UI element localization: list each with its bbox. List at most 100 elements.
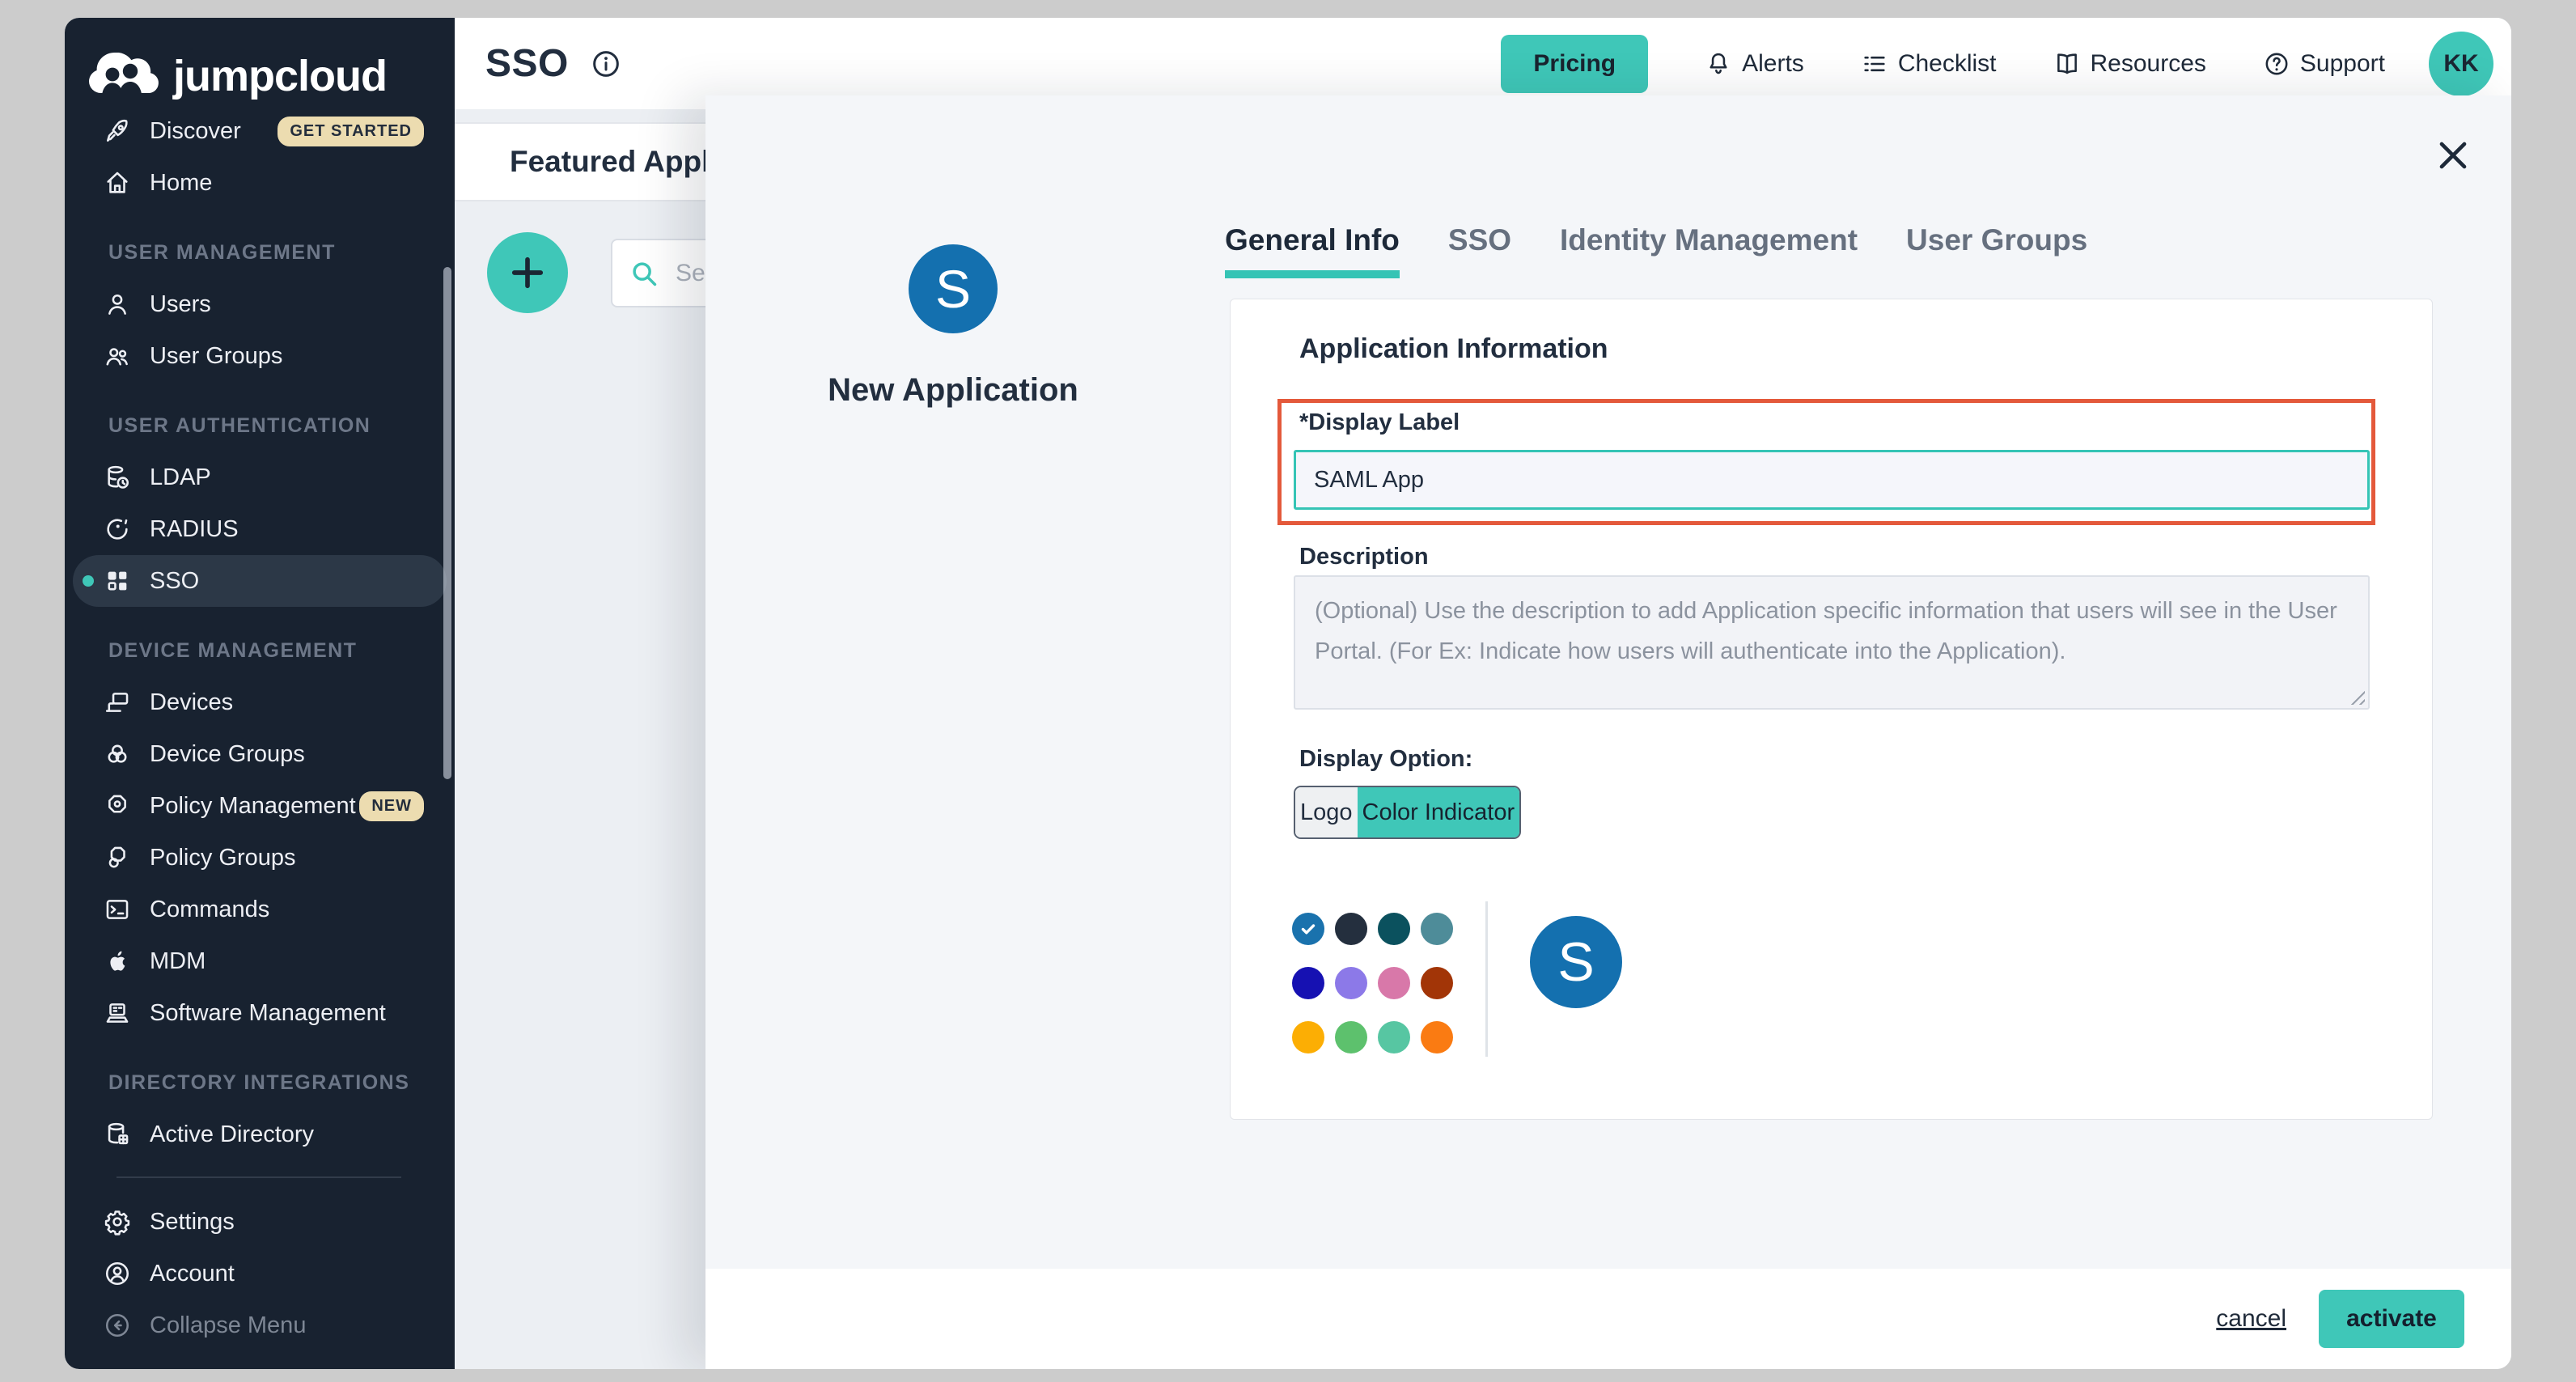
- info-icon[interactable]: [590, 48, 622, 80]
- sidebar-section-label: USER AUTHENTICATION: [108, 414, 371, 438]
- card-section-title: Application Information: [1299, 333, 1608, 365]
- jumpcloud-wordmark: jumpcloud: [173, 51, 387, 101]
- sidebar-item[interactable]: MDM: [73, 935, 447, 987]
- sidebar-item-icon: [104, 896, 131, 923]
- sidebar-nav: Discover GET STARTED Home: [65, 105, 455, 1351]
- sidebar-item-icon: [104, 792, 131, 820]
- color-swatch[interactable]: [1335, 1021, 1367, 1053]
- sidebar-section: DEVICE MANAGEMENT Devices: [65, 625, 455, 1039]
- display-option-segment[interactable]: Color Indicator: [1358, 787, 1520, 837]
- sidebar-item[interactable]: Discover GET STARTED: [73, 105, 447, 157]
- modal-tab[interactable]: General Info: [1225, 223, 1400, 278]
- color-swatch[interactable]: [1378, 967, 1410, 999]
- modal-tabs: General Info SSO Identity Management Use…: [1225, 223, 2087, 278]
- application-icon-circle: S: [909, 244, 998, 333]
- display-label-input[interactable]: [1294, 450, 2370, 510]
- sidebar-item-label: Commands: [150, 897, 269, 923]
- color-swatch[interactable]: [1292, 967, 1324, 999]
- color-swatch[interactable]: [1292, 1021, 1324, 1053]
- sidebar-item[interactable]: Policy Groups: [73, 832, 447, 884]
- color-swatch[interactable]: [1421, 967, 1453, 999]
- sidebar-scrollbar-thumb[interactable]: [443, 267, 451, 779]
- sidebar-item-label: SSO: [150, 568, 199, 595]
- sidebar-section: DIRECTORY INTEGRATIONS Active Directory: [65, 1057, 455, 1160]
- sidebar-item-label: LDAP: [150, 464, 211, 491]
- color-swatch[interactable]: [1335, 967, 1367, 999]
- sidebar-item-icon: [104, 689, 131, 716]
- sidebar-section-header[interactable]: DEVICE MANAGEMENT: [65, 625, 455, 676]
- modal-tab[interactable]: Identity Management: [1560, 223, 1858, 278]
- color-swatch[interactable]: [1378, 1021, 1410, 1053]
- sidebar-item-icon: [104, 1121, 131, 1148]
- sidebar-item[interactable]: Devices: [73, 676, 447, 728]
- pricing-button[interactable]: Pricing: [1501, 35, 1648, 93]
- sidebar-item-label: Collapse Menu: [150, 1312, 306, 1339]
- color-swatch[interactable]: [1292, 913, 1324, 945]
- activate-button[interactable]: activate: [2319, 1290, 2464, 1348]
- sidebar-item-icon: [104, 464, 131, 491]
- sidebar-item[interactable]: Software Management: [73, 987, 447, 1039]
- top-nav-link[interactable]: Alerts: [1705, 50, 1804, 78]
- sidebar-item-icon: [104, 1312, 131, 1339]
- color-swatch[interactable]: [1378, 913, 1410, 945]
- color-swatch[interactable]: [1335, 913, 1367, 945]
- sidebar-item-icon: [104, 1208, 131, 1236]
- app-window: jumpcloud: [65, 18, 2511, 1369]
- color-preview-circle: S: [1530, 916, 1622, 1008]
- sidebar-item-badge: GET STARTED: [278, 117, 424, 146]
- sidebar-section: USER MANAGEMENT Users: [65, 227, 455, 382]
- sidebar-item[interactable]: Collapse Menu: [73, 1299, 447, 1351]
- sidebar-item-icon: [104, 740, 131, 768]
- sidebar-item-label: Home: [150, 170, 212, 197]
- active-indicator-dot: [83, 575, 94, 587]
- sidebar-item[interactable]: Home: [73, 157, 447, 209]
- top-nav-link[interactable]: Support: [2263, 50, 2385, 78]
- modal-tab[interactable]: User Groups: [1906, 223, 2087, 278]
- sidebar-item-label: RADIUS: [150, 516, 239, 543]
- close-icon[interactable]: [2430, 133, 2476, 178]
- sidebar-item[interactable]: LDAP: [73, 451, 447, 503]
- sidebar-item[interactable]: Device Groups: [73, 728, 447, 780]
- page-title: SSO: [485, 41, 569, 86]
- sidebar-section-header[interactable]: DIRECTORY INTEGRATIONS: [65, 1057, 455, 1109]
- cancel-link[interactable]: cancel: [2216, 1305, 2286, 1333]
- color-swatch[interactable]: [1421, 1021, 1453, 1053]
- display-option-segment[interactable]: Logo: [1295, 787, 1358, 837]
- check-icon: [1299, 919, 1318, 939]
- sidebar-item[interactable]: Settings: [73, 1196, 447, 1248]
- chevron-down-icon: [84, 417, 102, 435]
- sidebar-item[interactable]: Users: [73, 278, 447, 330]
- top-nav-icon: [1705, 50, 1732, 78]
- sidebar-item[interactable]: Policy Management NEW: [73, 780, 447, 832]
- new-application-modal: S New Application General Info SSO Ident…: [705, 95, 2511, 1369]
- chevron-down-icon: [84, 642, 102, 659]
- top-nav-link[interactable]: Checklist: [1861, 50, 1997, 78]
- description-textarea[interactable]: [1294, 575, 2370, 710]
- sidebar-section-header[interactable]: USER AUTHENTICATION: [65, 400, 455, 451]
- sidebar-item-icon: [104, 567, 131, 595]
- top-nav-icon: [1861, 50, 1888, 78]
- top-nav-link[interactable]: Resources: [2053, 50, 2206, 78]
- sidebar-item[interactable]: SSO: [73, 555, 447, 607]
- sidebar-item[interactable]: Active Directory: [73, 1109, 447, 1160]
- color-palette: [1292, 913, 1453, 1053]
- modal-tab[interactable]: SSO: [1448, 223, 1511, 278]
- sidebar-item[interactable]: RADIUS: [73, 503, 447, 555]
- sidebar-item-icon: [104, 290, 131, 318]
- sidebar-item-label: User Groups: [150, 343, 282, 370]
- sidebar-item-label: Devices: [150, 689, 233, 716]
- sidebar-item[interactable]: Account: [73, 1248, 447, 1299]
- sidebar-section: Settings Account: [117, 1176, 401, 1351]
- sidebar-item-icon: [104, 169, 131, 197]
- add-application-button[interactable]: [487, 232, 568, 313]
- avatar[interactable]: KK: [2429, 32, 2493, 96]
- sidebar-item[interactable]: User Groups: [73, 330, 447, 382]
- sidebar-section-label: DEVICE MANAGEMENT: [108, 639, 357, 663]
- palette-divider: [1485, 901, 1488, 1057]
- sidebar-section-header[interactable]: USER MANAGEMENT: [65, 227, 455, 278]
- display-label-label: *Display Label: [1299, 409, 1460, 436]
- color-swatch[interactable]: [1421, 913, 1453, 945]
- top-nav-icon: [2053, 50, 2081, 78]
- sidebar-item[interactable]: Commands: [73, 884, 447, 935]
- plus-icon: [506, 252, 549, 294]
